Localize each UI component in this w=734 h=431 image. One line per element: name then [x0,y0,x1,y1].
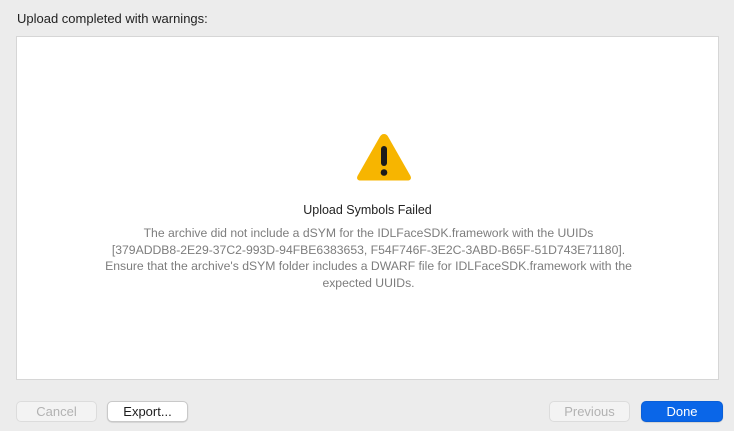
error-message-line: Ensure that the archive's dSYM folder in… [105,259,632,273]
previous-button[interactable]: Previous [549,401,630,422]
error-message-line: expected UUIDs. [322,275,415,290]
export-button[interactable]: Export... [107,401,188,422]
done-button[interactable]: Done [641,401,723,422]
error-message: The archive did not include a dSYM for t… [67,225,670,291]
error-message-line: [379ADDB8-2E29-37C2-993D-94FBE6383653, F… [111,242,626,257]
cancel-button[interactable]: Cancel [16,401,97,422]
error-message-line: The archive did not include a dSYM for t… [143,226,594,240]
warning-triangle-icon [357,134,411,181]
result-panel: Upload Symbols Failed The archive did no… [16,36,719,380]
error-title: Upload Symbols Failed [303,203,432,217]
dialog-header: Upload completed with warnings: [17,11,208,26]
